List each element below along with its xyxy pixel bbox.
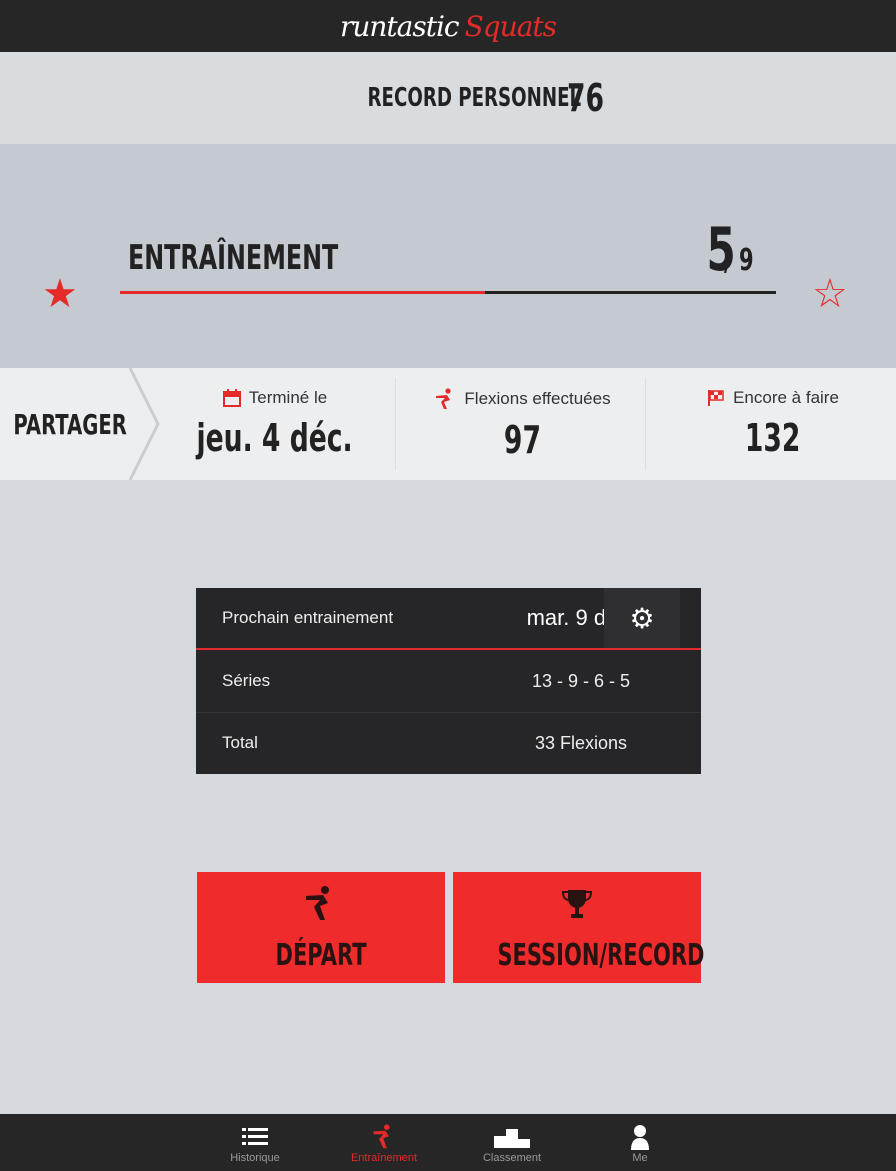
total-value: 33 Flexions: [534, 732, 628, 753]
record-label: RECORD PERSONNEL: [367, 83, 582, 113]
total-row: Total 33 Flexions: [196, 712, 701, 774]
stat-finished-value: jeu. 4 déc.: [196, 416, 354, 460]
stat-remaining: Encore à faire 132: [650, 368, 896, 480]
training-progress-bar: [120, 291, 776, 294]
stat-divider: [395, 378, 396, 470]
training-total: / 9: [723, 243, 754, 278]
series-row: Séries 13 - 9 - 6 - 5: [196, 650, 701, 713]
personal-record: RECORD PERSONNEL 76: [0, 52, 896, 144]
next-training-label: Prochain entrainement: [222, 608, 394, 627]
tab-historique-label: Historique: [230, 1152, 280, 1164]
star-filled-icon: ★: [42, 272, 78, 316]
tab-classement-label: Classement: [482, 1152, 542, 1164]
start-button[interactable]: DÉPART: [197, 872, 445, 983]
stat-finished-label: Terminé le: [248, 388, 328, 407]
squat-icon: [306, 886, 329, 920]
training-progress-fill: [120, 291, 485, 294]
share-button[interactable]: PARTAGER: [0, 368, 140, 480]
stat-remaining-label: Encore à faire: [733, 388, 839, 407]
total-label: Total: [222, 733, 258, 752]
stat-done-value: 97: [503, 418, 542, 462]
stat-done: Flexions effectuées 97: [400, 368, 645, 480]
logo-main: runtastic: [339, 9, 460, 43]
stat-done-label: Flexions effectuées: [464, 389, 611, 408]
stat-remaining-value: 132: [745, 416, 801, 460]
trophy-icon: [561, 890, 593, 918]
session-record-button[interactable]: SESSION/RECORD: [453, 872, 705, 983]
app-logo: runtastic Squats: [339, 9, 557, 43]
list-icon: [242, 1128, 268, 1145]
tab-classement[interactable]: Classement: [462, 1114, 562, 1171]
tab-me[interactable]: Me: [590, 1114, 690, 1171]
logo-sub: Squats: [464, 9, 557, 43]
bottom-tab-bar: Historique Entraînement Classement Me: [0, 1114, 896, 1171]
next-training-panel: Prochain entrainement mar. 9 déc. ⚙ Séri…: [196, 588, 701, 774]
app-header: runtastic Squats: [0, 0, 896, 52]
gear-icon: ⚙: [629, 602, 655, 634]
training-title: ENTRAÎNEMENT: [128, 238, 339, 278]
series-label: Séries: [222, 671, 271, 690]
settings-button[interactable]: ⚙: [604, 588, 680, 648]
session-record-button-label: SESSION/RECORD: [497, 938, 705, 973]
squat-icon: [373, 1124, 390, 1149]
star-outline-icon: ☆: [812, 272, 848, 316]
start-button-label: DÉPART: [275, 938, 367, 973]
record-value: 76: [567, 76, 605, 120]
squat-icon: [436, 388, 452, 409]
calendar-icon: [222, 389, 241, 407]
checkered-flag-icon: [708, 390, 724, 406]
podium-icon: [494, 1129, 530, 1148]
series-value: 13 - 9 - 6 - 5: [531, 670, 631, 691]
share-label: PARTAGER: [13, 407, 127, 441]
tab-me-label: Me: [632, 1152, 648, 1164]
stat-divider: [645, 378, 646, 470]
tab-historique[interactable]: Historique: [205, 1114, 305, 1171]
tab-entrainement[interactable]: Entraînement: [334, 1114, 434, 1171]
tab-entrainement-label: Entraînement: [350, 1152, 418, 1164]
stat-finished: Terminé le jeu. 4 déc.: [150, 368, 400, 480]
user-icon: [631, 1125, 649, 1150]
training-count: 5 / 9: [694, 215, 766, 285]
